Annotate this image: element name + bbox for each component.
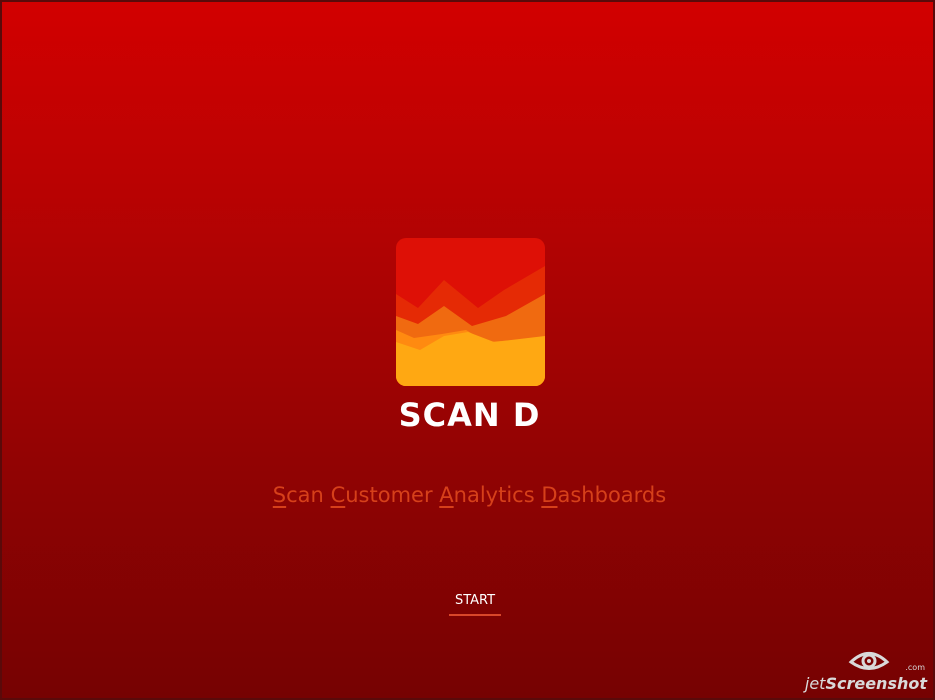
tagline-word: Analytics	[439, 483, 535, 507]
tagline-word: Dashboards	[541, 483, 667, 507]
start-button[interactable]: START	[449, 593, 501, 616]
watermark-brand: Screenshot	[825, 674, 927, 693]
tagline-word: Customer	[330, 483, 433, 507]
tagline-word: Scan	[272, 483, 324, 507]
watermark-prefix: jet	[804, 674, 826, 693]
watermark-suffix: .com	[905, 663, 925, 672]
app-tagline: Scan Customer Analytics Dashboards	[2, 483, 935, 507]
splash-screen: SCAN D Scan Customer Analytics Dashboard…	[0, 0, 935, 700]
eye-icon	[848, 652, 890, 670]
app-title: SCAN D	[398, 396, 541, 434]
app-logo-icon	[396, 238, 545, 386]
watermark: .com jetScreenshot	[804, 652, 927, 693]
